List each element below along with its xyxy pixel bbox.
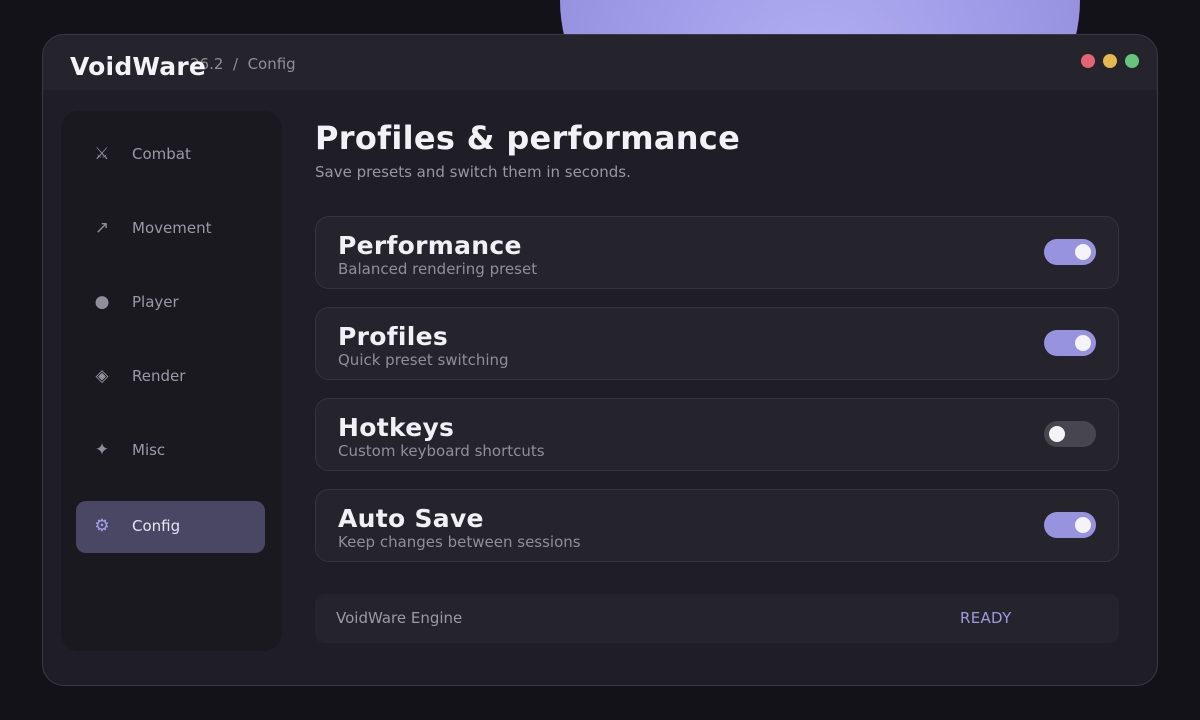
setting-card-auto-save: Auto Save Keep changes between sessions xyxy=(315,489,1119,562)
engine-status-bar: VoidWare Engine READY xyxy=(315,594,1119,643)
setting-title: Performance xyxy=(338,231,522,260)
sidebar-item-config[interactable]: ⚙ Config xyxy=(76,501,265,553)
minimize-window-button[interactable] xyxy=(1103,54,1117,68)
sidebar-item-label: Config xyxy=(132,517,181,535)
setting-title: Auto Save xyxy=(338,504,484,533)
page-subtitle: Save presets and switch them in seconds. xyxy=(315,163,631,181)
app-title: VoidWare xyxy=(70,52,207,81)
maximize-window-button[interactable] xyxy=(1125,54,1139,68)
hotkeys-toggle[interactable] xyxy=(1044,421,1096,447)
profiles-toggle[interactable] xyxy=(1044,330,1096,356)
title-bar: 26.2 / Config VoidWare xyxy=(43,35,1157,90)
setting-description: Quick preset switching xyxy=(338,351,509,369)
diamond-icon: ◈ xyxy=(95,366,109,386)
sidebar-item-label: Render xyxy=(132,367,186,385)
sidebar-item-render[interactable]: ◈ Render xyxy=(76,351,265,403)
sidebar-item-misc[interactable]: ✦ Misc xyxy=(76,425,265,477)
sidebar-item-combat[interactable]: ⚔ Combat xyxy=(76,129,265,181)
setting-description: Balanced rendering preset xyxy=(338,260,538,278)
sidebar-item-player[interactable]: ● Player xyxy=(76,277,265,329)
toggle-knob xyxy=(1049,426,1065,442)
sidebar-item-label: Combat xyxy=(132,145,191,163)
setting-title: Profiles xyxy=(338,322,449,351)
sidebar-item-label: Player xyxy=(132,293,179,311)
page-title: Profiles & performance xyxy=(315,119,741,157)
setting-description: Keep changes between sessions xyxy=(338,533,581,551)
auto-save-toggle[interactable] xyxy=(1044,512,1096,538)
sidebar-item-label: Movement xyxy=(132,219,212,237)
sparkle-icon: ✦ xyxy=(94,440,110,460)
breadcrumb-separator: / xyxy=(232,55,239,73)
app-window: 26.2 / Config VoidWare ⚔ Combat ↗ Moveme… xyxy=(42,34,1158,686)
close-window-button[interactable] xyxy=(1081,54,1095,68)
circle-icon: ● xyxy=(94,292,110,312)
sidebar-item-label: Misc xyxy=(132,441,166,459)
setting-description: Custom keyboard shortcuts xyxy=(338,442,545,460)
sword-icon: ⚔ xyxy=(94,144,110,164)
setting-title: Hotkeys xyxy=(338,413,455,442)
setting-card-hotkeys: Hotkeys Custom keyboard shortcuts xyxy=(315,398,1119,471)
arrow-icon: ↗ xyxy=(94,218,110,238)
toggle-knob xyxy=(1075,335,1091,351)
engine-label: VoidWare Engine xyxy=(336,609,463,627)
setting-card-performance: Performance Balanced rendering preset xyxy=(315,216,1119,289)
toggle-knob xyxy=(1075,517,1091,533)
gear-icon: ⚙ xyxy=(94,516,110,536)
status-badge: READY xyxy=(960,609,1012,627)
performance-toggle[interactable] xyxy=(1044,239,1096,265)
toggle-knob xyxy=(1075,244,1091,260)
setting-card-profiles: Profiles Quick preset switching xyxy=(315,307,1119,380)
breadcrumb-page[interactable]: Config xyxy=(248,55,296,73)
sidebar-item-movement[interactable]: ↗ Movement xyxy=(76,203,265,255)
sidebar: ⚔ Combat ↗ Movement ● Player ◈ Render ✦ … xyxy=(61,111,282,651)
